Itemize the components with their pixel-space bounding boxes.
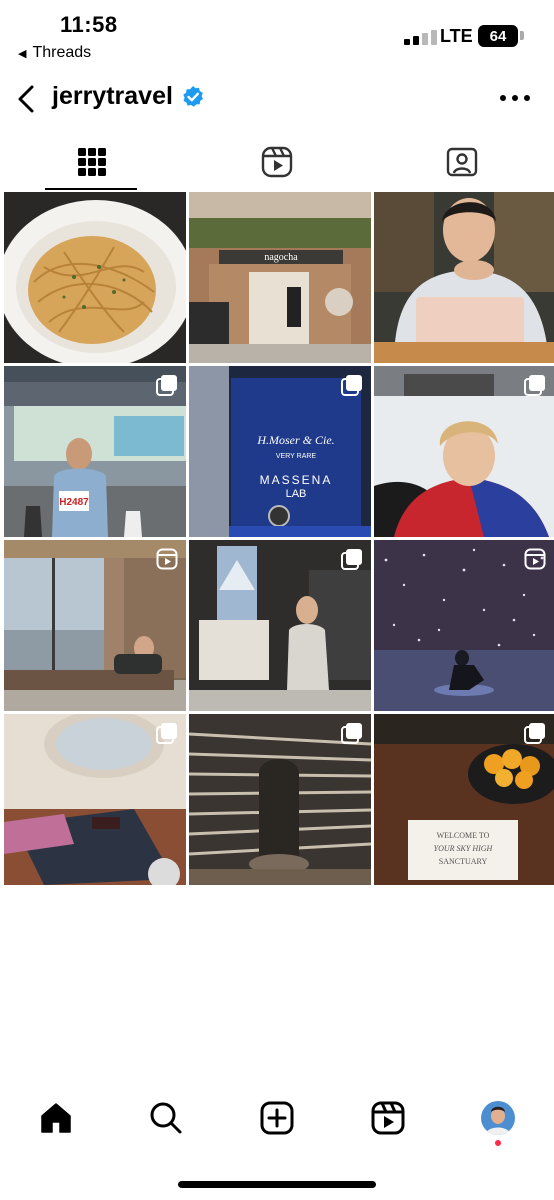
profile-avatar xyxy=(481,1101,515,1135)
back-to-app-link[interactable]: ◀ Threads xyxy=(18,44,91,62)
storefront-image: nagocha xyxy=(189,192,371,363)
post-thumbnail-store[interactable] xyxy=(189,540,371,711)
watch-title: MASSENA xyxy=(260,473,333,487)
carousel-badge-icon xyxy=(341,549,362,570)
welcome-line2: YOUR SKY HIGH xyxy=(434,844,494,853)
profile-tabs xyxy=(0,134,554,190)
bottom-navigation xyxy=(0,1084,554,1154)
back-app-label: Threads xyxy=(32,44,92,61)
verified-badge-icon xyxy=(183,85,203,107)
home-indicator[interactable] xyxy=(178,1181,376,1188)
spaghetti-image xyxy=(4,192,186,363)
posts-grid: nagocha H2487 H.Moser & Cie. VERY RARE M… xyxy=(4,192,554,885)
watch-brand: H.Moser & Cie. xyxy=(256,433,334,447)
tab-tagged[interactable] xyxy=(370,134,554,190)
battery-icon: 64 xyxy=(478,25,524,47)
post-thumbnail-marathon[interactable]: H2487 xyxy=(4,366,186,537)
notification-dot xyxy=(495,1140,501,1146)
reels-icon xyxy=(371,1101,405,1135)
status-bar: 11:58 ◀ Threads LTE 64 xyxy=(0,0,554,70)
reel-badge-icon xyxy=(524,548,546,570)
carousel-badge-icon xyxy=(524,723,545,744)
carousel-badge-icon xyxy=(156,723,177,744)
post-thumbnail-hotel[interactable] xyxy=(4,540,186,711)
profile-username: jerrytravel xyxy=(52,82,173,110)
tab-posts-grid[interactable] xyxy=(0,134,184,190)
carousel-badge-icon xyxy=(341,375,362,396)
nav-home[interactable] xyxy=(36,1098,76,1138)
profile-header: jerrytravel xyxy=(0,76,554,122)
post-thumbnail-airplane[interactable] xyxy=(4,714,186,885)
search-icon xyxy=(150,1102,182,1134)
laptop-portrait-image xyxy=(374,192,554,363)
reels-icon xyxy=(261,146,293,178)
create-icon xyxy=(260,1101,294,1135)
chevron-left-icon xyxy=(18,85,34,113)
welcome-line1: WELCOME TO xyxy=(437,831,490,840)
nav-search[interactable] xyxy=(146,1098,186,1138)
tagged-icon xyxy=(446,147,478,177)
watch-tagline: VERY RARE xyxy=(276,453,317,460)
more-options-button[interactable] xyxy=(500,86,530,110)
race-bib-number: H2487 xyxy=(59,497,89,508)
status-time: 11:58 xyxy=(60,12,118,37)
nav-profile[interactable] xyxy=(478,1098,518,1138)
nav-reels[interactable] xyxy=(368,1098,408,1138)
post-thumbnail-laptop[interactable] xyxy=(374,192,554,363)
back-triangle-icon: ◀ xyxy=(18,47,27,60)
home-icon xyxy=(41,1103,71,1133)
network-label: LTE xyxy=(440,26,473,46)
back-button[interactable] xyxy=(8,80,44,118)
post-thumbnail-ski[interactable] xyxy=(374,366,554,537)
tab-reels[interactable] xyxy=(185,134,369,190)
post-thumbnail-storefront[interactable]: nagocha xyxy=(189,192,371,363)
carousel-badge-icon xyxy=(524,375,545,396)
post-thumbnail-welcome[interactable]: WELCOME TO YOUR SKY HIGH SANCTUARY xyxy=(374,714,554,885)
storefront-sign: nagocha xyxy=(264,252,298,263)
nav-create[interactable] xyxy=(257,1098,297,1138)
grid-icon xyxy=(78,148,106,176)
welcome-line3: SANCTUARY xyxy=(439,857,488,866)
carousel-badge-icon xyxy=(341,723,362,744)
reel-badge-icon xyxy=(156,548,178,570)
post-thumbnail-watch[interactable]: H.Moser & Cie. VERY RARE MASSENA LAB xyxy=(189,366,371,537)
post-thumbnail-lights[interactable] xyxy=(374,540,554,711)
cellular-signal-icon xyxy=(404,30,437,45)
post-thumbnail-cellar[interactable] xyxy=(189,714,371,885)
watch-subtitle: LAB xyxy=(286,488,307,500)
battery-level: 64 xyxy=(489,27,507,45)
carousel-badge-icon xyxy=(156,375,177,396)
post-thumbnail-spaghetti[interactable] xyxy=(4,192,186,363)
